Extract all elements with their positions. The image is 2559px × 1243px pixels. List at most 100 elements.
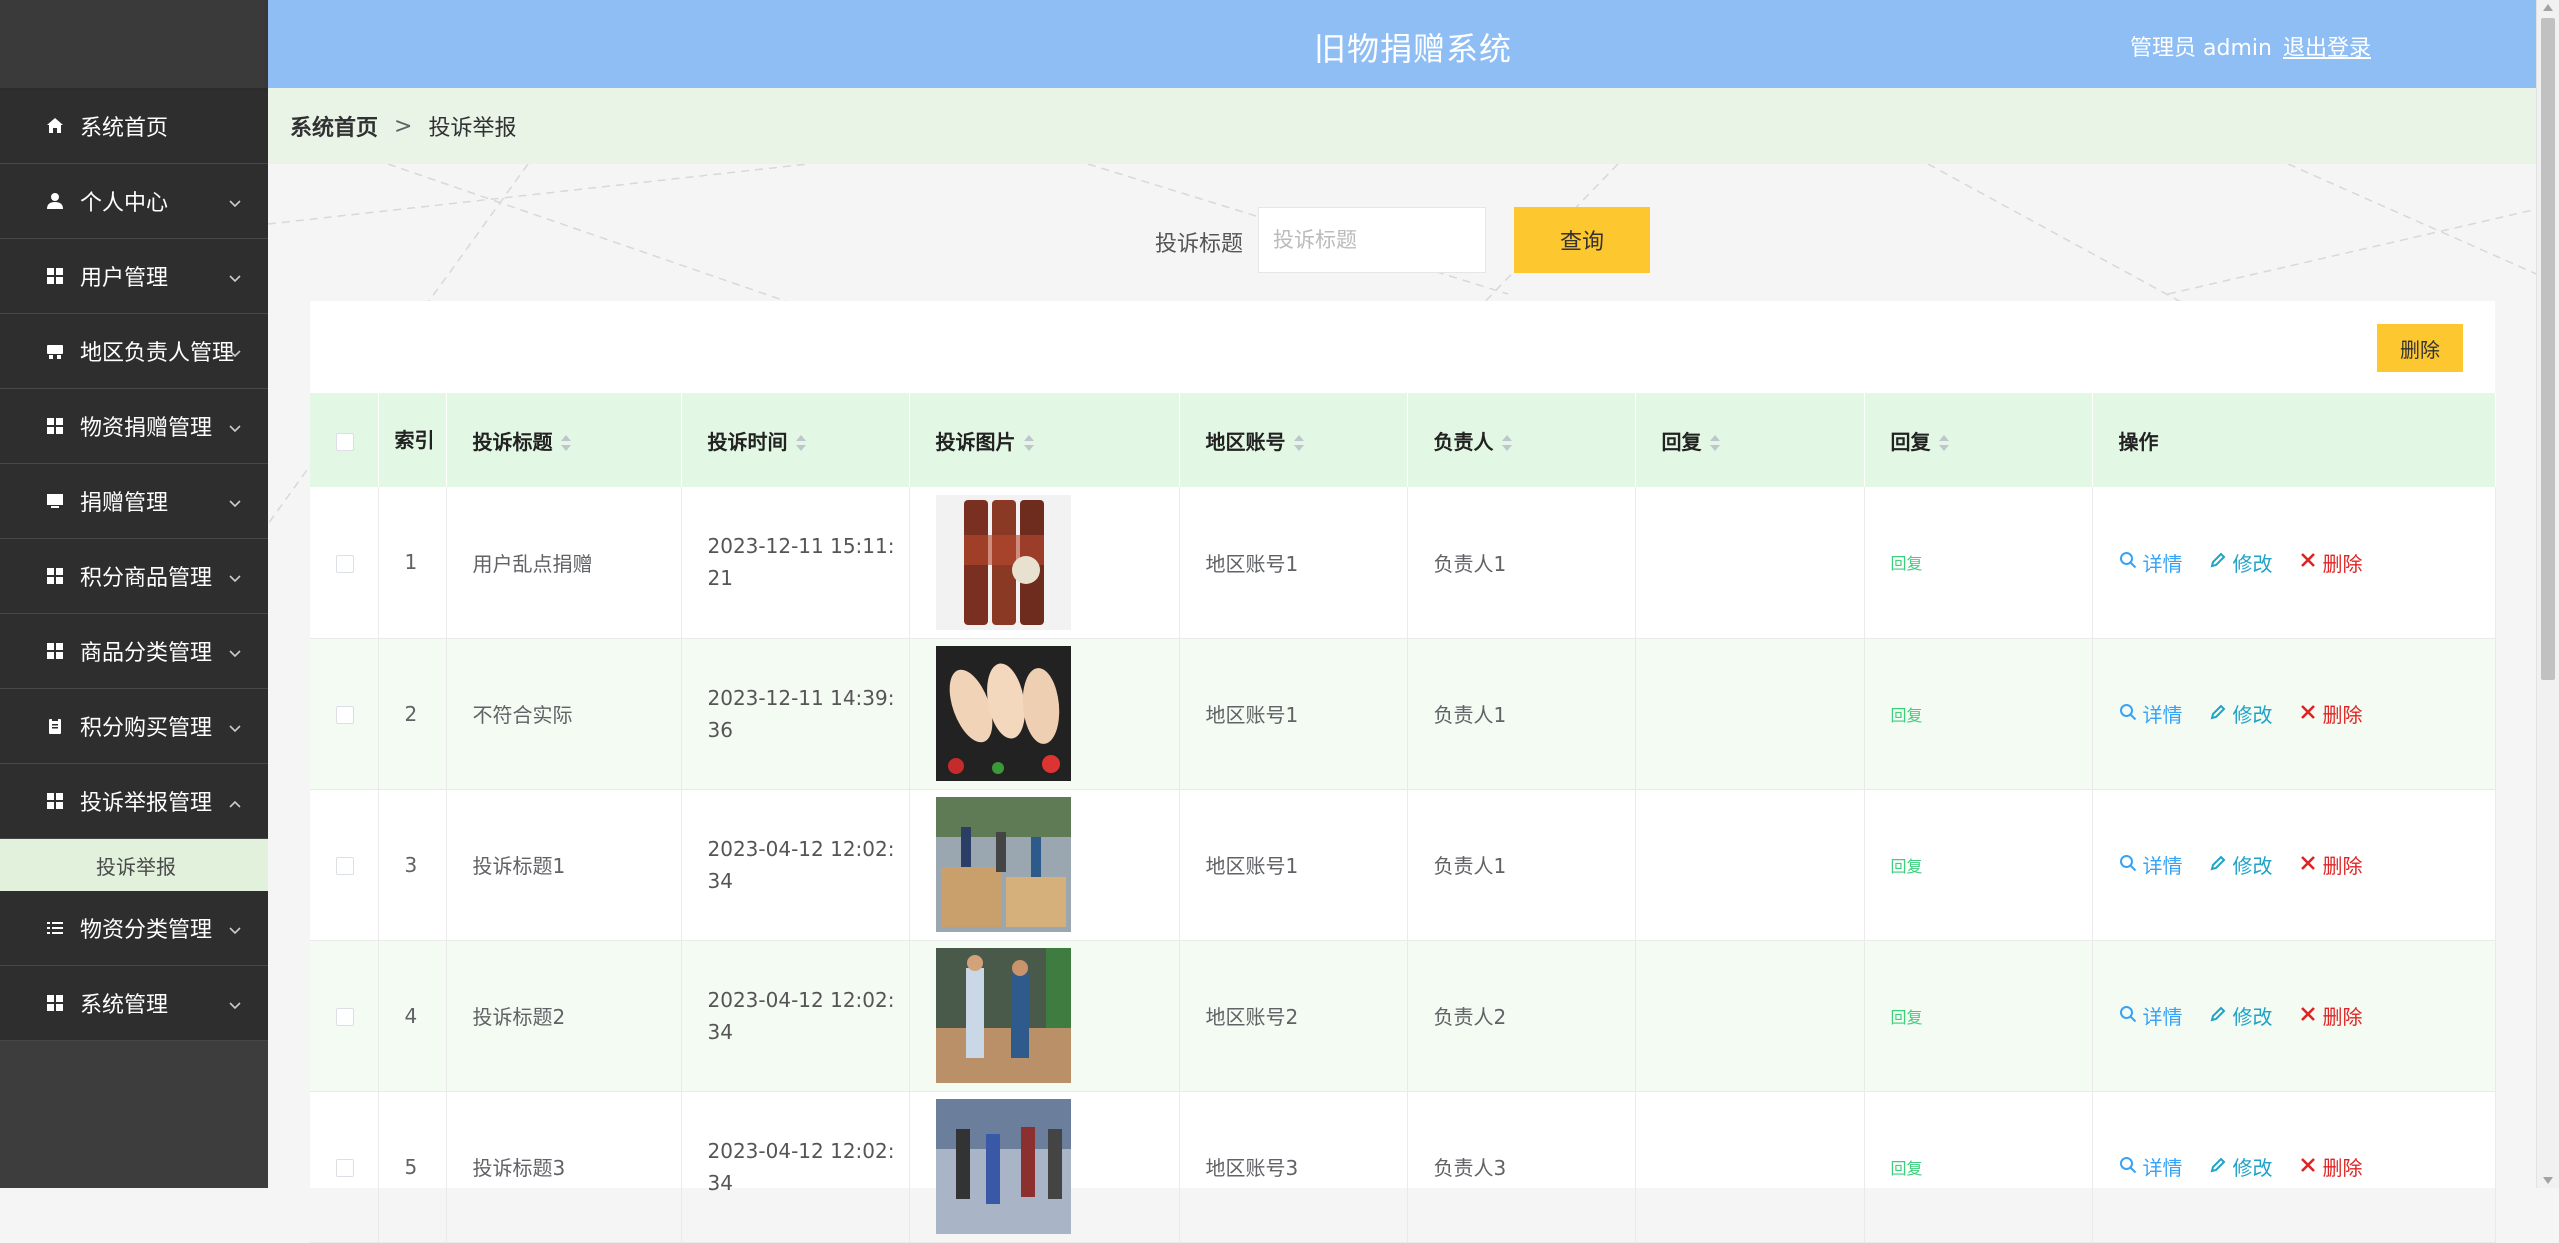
sidebar-item-10[interactable]: 物资分类管理: [0, 891, 268, 966]
scroll-up-arrow-icon[interactable]: [2543, 4, 2553, 11]
chevron-down-icon: [228, 567, 242, 583]
complaint-time: 2023-12-11 14:39:: [707, 685, 895, 710]
column-header-reply[interactable]: 回复: [1635, 393, 1865, 487]
scroll-down-arrow-icon[interactable]: [2543, 1177, 2553, 1184]
row-select-cell[interactable]: [310, 789, 379, 941]
edit-button[interactable]: 修改: [2209, 699, 2273, 728]
row-checkbox[interactable]: [336, 554, 354, 573]
sort-icon[interactable]: [1709, 435, 1720, 451]
select-all-header[interactable]: [310, 393, 379, 487]
detail-button[interactable]: 详情: [2119, 850, 2183, 879]
pencil-icon: [2209, 1155, 2227, 1179]
detail-button[interactable]: 详情: [2119, 1152, 2183, 1181]
edit-label: 修改: [2232, 1005, 2273, 1029]
region-account: 地区账号1: [1205, 854, 1299, 878]
sidebar-item-6[interactable]: 积分商品管理: [0, 539, 268, 614]
image-cell[interactable]: [909, 1091, 1180, 1243]
column-header-account[interactable]: 地区账号: [1179, 393, 1408, 487]
image-cell[interactable]: [909, 940, 1180, 1092]
owner-cell: 负责人1: [1407, 487, 1636, 639]
edit-button[interactable]: 修改: [2209, 1152, 2273, 1181]
edit-button[interactable]: 修改: [2209, 548, 2273, 577]
table-row[interactable]: 3 投诉标题1 2023-04-12 12:02: 34 地区账号1 负责人1 回复 详情 修改…: [310, 789, 2496, 941]
complaint-image[interactable]: [935, 948, 1178, 1083]
delete-button[interactable]: 删除: [2299, 1001, 2363, 1030]
sort-icon[interactable]: [560, 435, 571, 451]
reply-action-cell: 回复: [1864, 487, 2093, 639]
sidebar-item-9[interactable]: 投诉举报管理: [0, 764, 268, 839]
image-cell[interactable]: [909, 789, 1180, 941]
row-checkbox[interactable]: [336, 1159, 354, 1177]
column-header-image[interactable]: 投诉图片: [909, 393, 1180, 487]
column-header-owner[interactable]: 负责人: [1407, 393, 1636, 487]
sort-icon[interactable]: [795, 435, 806, 451]
close-icon: [2299, 550, 2317, 574]
select-all-checkbox[interactable]: [336, 432, 354, 451]
reply-link[interactable]: 回复: [1891, 1008, 1923, 1027]
delete-button[interactable]: 删除: [2299, 1152, 2363, 1181]
column-header-reply-action[interactable]: 回复: [1864, 393, 2093, 487]
reply-cell: [1635, 638, 1865, 790]
sidebar-item-5[interactable]: 捐赠管理: [0, 464, 268, 539]
sidebar-item-8[interactable]: 积分购买管理: [0, 689, 268, 764]
row-select-cell[interactable]: [310, 487, 379, 639]
image-cell[interactable]: [909, 487, 1180, 639]
reply-link[interactable]: 回复: [1891, 554, 1923, 573]
logout-link[interactable]: 退出登录: [2283, 30, 2371, 62]
complaint-table: 索引 投诉标题 投诉时间 投诉图片 地区账号 负责人 回复 回复 操作 1 用户乱…: [310, 393, 2496, 1243]
column-header-title[interactable]: 投诉标题: [446, 393, 682, 487]
column-header-time[interactable]: 投诉时间: [681, 393, 910, 487]
detail-button[interactable]: 详情: [2119, 1001, 2183, 1030]
sort-icon[interactable]: [1023, 435, 1034, 451]
vertical-scrollbar[interactable]: [2536, 0, 2559, 1188]
sidebar-item-label: 积分购买管理: [80, 716, 213, 741]
search-input[interactable]: [1258, 207, 1486, 273]
table-row[interactable]: 5 投诉标题3 2023-04-12 12:02: 34 地区账号3 负责人3 回复 详情 修改…: [310, 1091, 2496, 1243]
complaint-image[interactable]: [935, 646, 1178, 781]
breadcrumb-home[interactable]: 系统首页: [290, 110, 378, 142]
table-row[interactable]: 1 用户乱点捐赠 2023-12-11 15:11: 21 地区账号1 负责人1 回复 详情 修…: [310, 487, 2496, 639]
sort-icon[interactable]: [1938, 435, 1949, 451]
row-checkbox[interactable]: [336, 1008, 354, 1026]
detail-button[interactable]: 详情: [2119, 699, 2183, 728]
reply-link[interactable]: 回复: [1891, 706, 1923, 725]
reply-link[interactable]: 回复: [1891, 857, 1923, 876]
sidebar-item-3[interactable]: 地区负责人管理: [0, 314, 268, 389]
complaint-image[interactable]: [935, 494, 1178, 630]
sidebar-item-2[interactable]: 用户管理: [0, 239, 268, 314]
row-checkbox[interactable]: [336, 706, 354, 724]
complaint-image[interactable]: [935, 1099, 1178, 1234]
sidebar-empty-area: [0, 1052, 268, 1188]
scrollbar-thumb[interactable]: [2541, 18, 2555, 680]
user-icon: [44, 190, 66, 212]
image-cell[interactable]: [909, 638, 1180, 790]
complaint-image[interactable]: [935, 797, 1178, 932]
chevron-down-icon: [228, 994, 242, 1010]
sidebar-item-label: 积分商品管理: [80, 566, 213, 591]
sort-icon[interactable]: [1501, 435, 1512, 451]
row-select-cell[interactable]: [310, 638, 379, 790]
row-select-cell[interactable]: [310, 940, 379, 1092]
delete-button[interactable]: 删除: [2299, 548, 2363, 577]
edit-button[interactable]: 修改: [2209, 850, 2273, 879]
batch-delete-button[interactable]: 删除: [2377, 324, 2463, 372]
table-row[interactable]: 2 不符合实际 2023-12-11 14:39: 36 地区账号1 负责人1 回复 详情 修改…: [310, 638, 2496, 790]
search-button[interactable]: 查询: [1514, 207, 1650, 273]
grid-icon: [44, 265, 66, 287]
sidebar-item-0[interactable]: 系统首页: [0, 89, 268, 164]
edit-button[interactable]: 修改: [2209, 1001, 2273, 1030]
row-checkbox[interactable]: [336, 857, 354, 875]
detail-button[interactable]: 详情: [2119, 548, 2183, 577]
sidebar-item-4[interactable]: 物资捐赠管理: [0, 389, 268, 464]
delete-button[interactable]: 删除: [2299, 699, 2363, 728]
sort-icon[interactable]: [1293, 435, 1304, 451]
sidebar-subitem-complaint[interactable]: 投诉举报: [0, 839, 268, 891]
sidebar-item-1[interactable]: 个人中心: [0, 164, 268, 239]
table-row[interactable]: 4 投诉标题2 2023-04-12 12:02: 34 地区账号2 负责人2 回复 详情 修改…: [310, 940, 2496, 1092]
reply-link[interactable]: 回复: [1891, 1159, 1923, 1178]
delete-button[interactable]: 删除: [2299, 850, 2363, 879]
row-select-cell[interactable]: [310, 1091, 379, 1243]
chevron-down-icon: [228, 717, 242, 733]
sidebar-item-11[interactable]: 系统管理: [0, 966, 268, 1041]
sidebar-item-7[interactable]: 商品分类管理: [0, 614, 268, 689]
